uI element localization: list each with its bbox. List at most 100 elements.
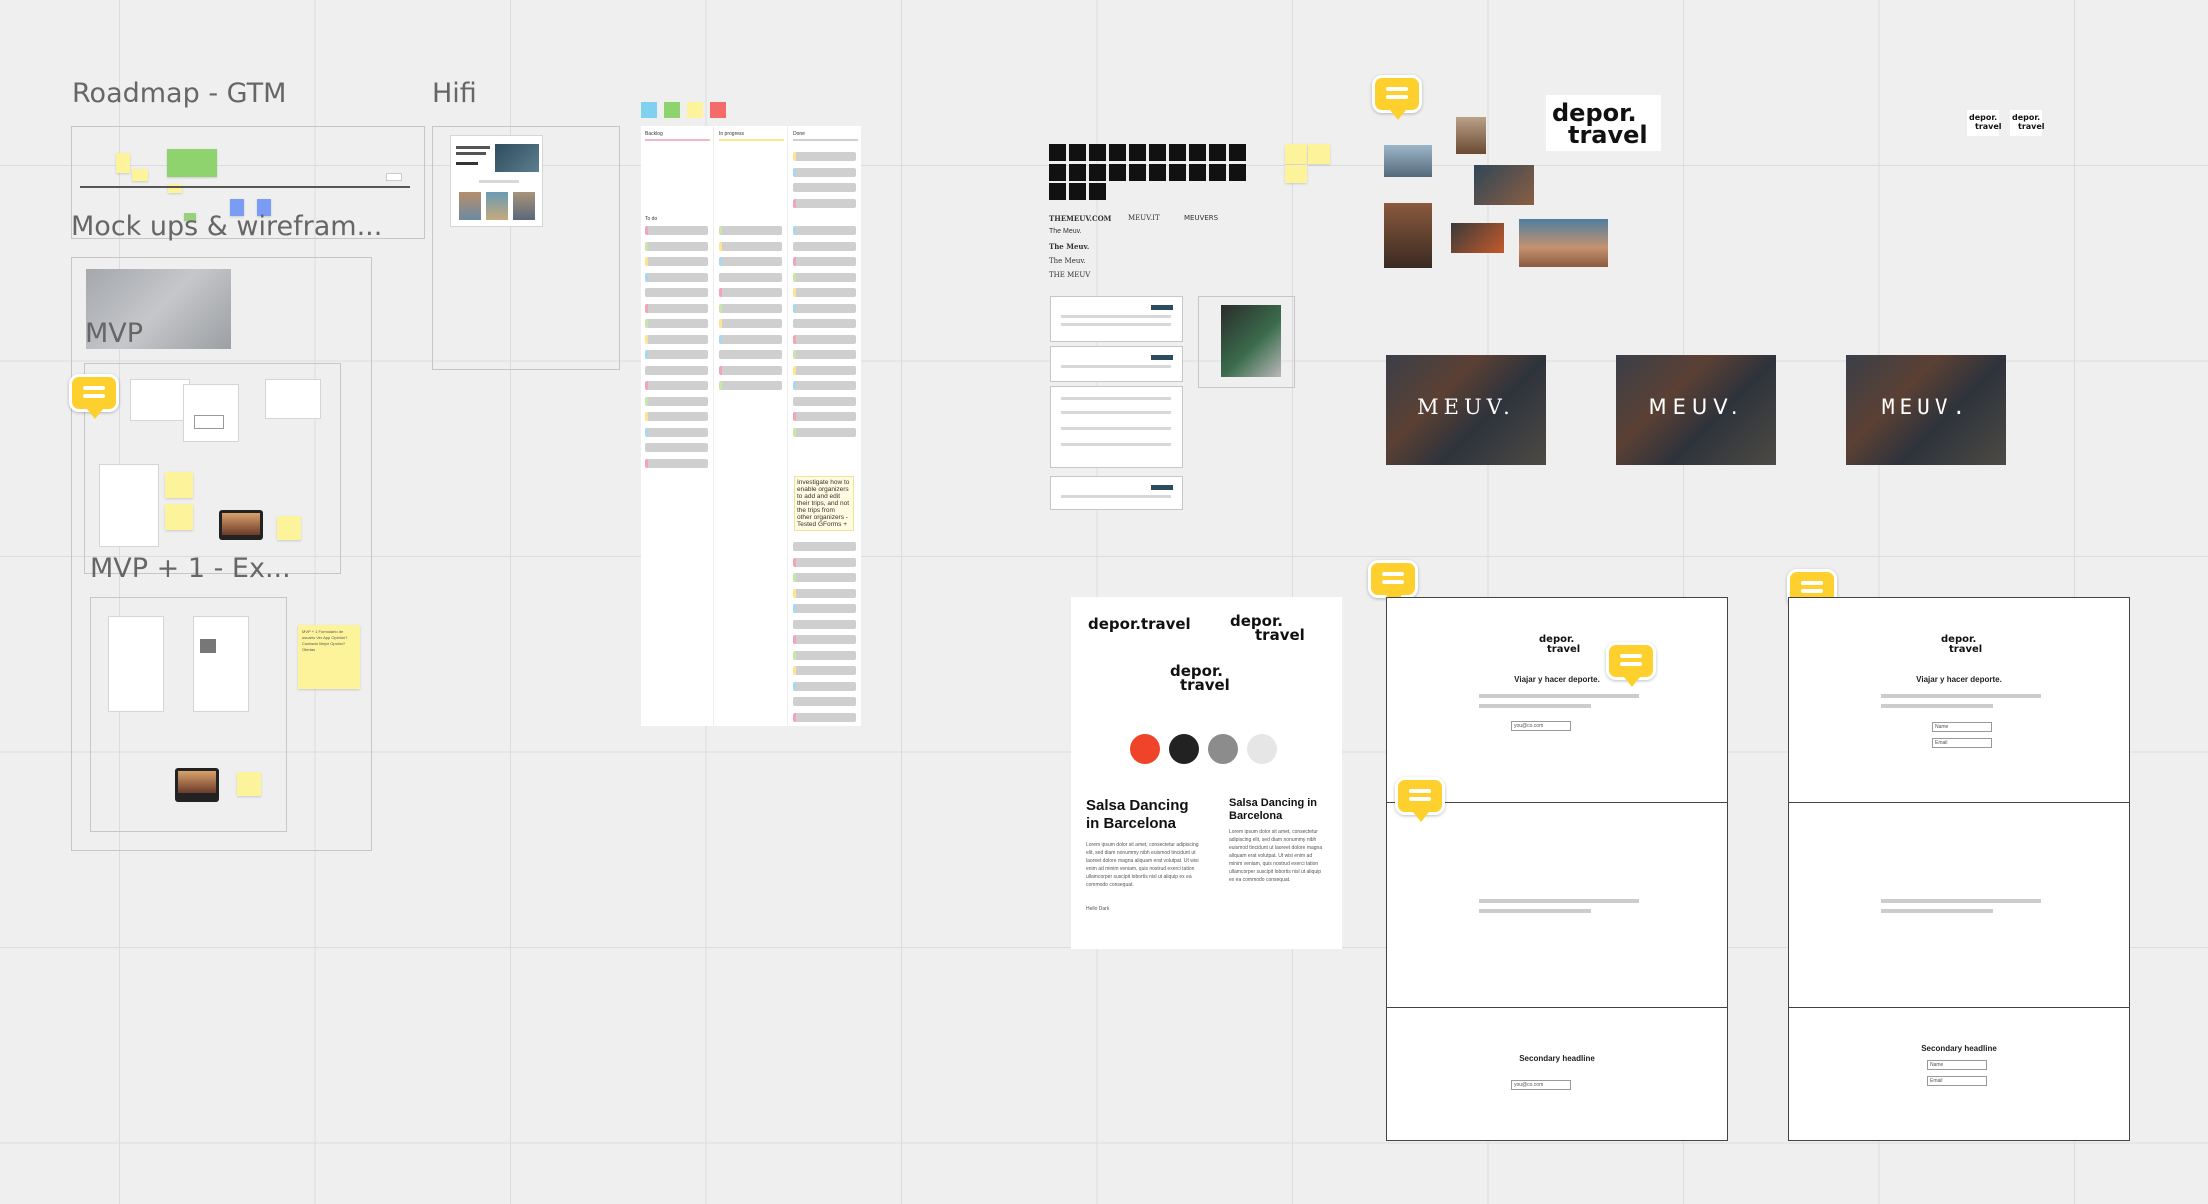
sticky-note[interactable] bbox=[1285, 165, 1307, 183]
meuv-banner[interactable]: MEUV. bbox=[1616, 355, 1776, 465]
kanban-card[interactable] bbox=[793, 167, 856, 177]
name-input[interactable]: Name bbox=[1932, 722, 1992, 732]
frame-title-mockups[interactable]: Mock ups & wirefram... bbox=[71, 211, 382, 242]
kanban-card[interactable] bbox=[793, 573, 856, 582]
kanban-card[interactable] bbox=[645, 334, 708, 344]
kanban-card[interactable] bbox=[645, 381, 708, 390]
swatch-black[interactable] bbox=[1069, 183, 1086, 200]
swatch-black[interactable] bbox=[1109, 163, 1126, 181]
meuv-banner[interactable]: MEUV. bbox=[1846, 355, 2006, 465]
kanban-board[interactable]: Backlog In progress Done To do Investiga… bbox=[641, 126, 861, 726]
mvp-screen[interactable] bbox=[130, 379, 190, 421]
swatch-black[interactable] bbox=[1169, 144, 1186, 161]
swatch-black[interactable] bbox=[1049, 144, 1066, 161]
swatch-black[interactable] bbox=[1129, 163, 1146, 181]
landing-footer-section[interactable]: Secondary headline you@co.com bbox=[1386, 1007, 1728, 1141]
travel-photo[interactable] bbox=[1384, 145, 1432, 177]
swatch-black[interactable] bbox=[1189, 163, 1206, 181]
swatch-black[interactable] bbox=[1149, 163, 1166, 181]
kanban-card[interactable] bbox=[793, 288, 856, 297]
kanban-card[interactable] bbox=[719, 257, 782, 266]
kanban-card[interactable] bbox=[645, 458, 708, 468]
depor-travel-logo[interactable]: depor. travel bbox=[1546, 95, 1661, 151]
kanban-card[interactable] bbox=[793, 697, 856, 706]
kanban-card[interactable] bbox=[719, 319, 782, 328]
swatch-black[interactable] bbox=[1169, 163, 1186, 181]
hifi-mockup[interactable] bbox=[450, 135, 543, 227]
kanban-card[interactable] bbox=[793, 198, 856, 208]
kanban-card[interactable] bbox=[793, 396, 856, 406]
kanban-card[interactable] bbox=[645, 303, 708, 313]
kanban-card[interactable] bbox=[719, 334, 782, 344]
kanban-card[interactable] bbox=[645, 257, 708, 266]
sticky-note[interactable] bbox=[1285, 144, 1307, 164]
comment-bubble-icon[interactable] bbox=[1606, 642, 1656, 687]
kanban-card[interactable] bbox=[793, 257, 856, 266]
landing-footer-section[interactable]: Secondary headline Name Email bbox=[1788, 1007, 2130, 1141]
roadmap-green-block[interactable] bbox=[167, 149, 217, 177]
roadmap-sticky[interactable] bbox=[132, 169, 148, 181]
kanban-card[interactable] bbox=[645, 241, 708, 251]
mvp-sticky[interactable] bbox=[165, 472, 193, 498]
kanban-card[interactable] bbox=[645, 319, 708, 328]
kanban-card[interactable] bbox=[793, 152, 856, 161]
kanban-card[interactable] bbox=[793, 412, 856, 421]
laptop-icon[interactable] bbox=[175, 768, 219, 802]
font-sample[interactable]: THEMEUV.COM bbox=[1049, 214, 1111, 223]
color-tag-green[interactable] bbox=[664, 102, 680, 118]
swatch-black[interactable] bbox=[1109, 144, 1126, 161]
laptop-icon[interactable] bbox=[219, 510, 263, 540]
swatch-black[interactable] bbox=[1209, 144, 1226, 161]
screenshot-card[interactable] bbox=[1050, 296, 1183, 342]
mvp-plus-sticky[interactable] bbox=[237, 772, 261, 796]
font-sample[interactable]: The Meuv. bbox=[1049, 228, 1082, 235]
kanban-card[interactable] bbox=[793, 334, 856, 344]
email-input[interactable]: Email bbox=[1927, 1076, 1987, 1086]
screenshot-card[interactable] bbox=[1050, 476, 1183, 510]
travel-photo[interactable] bbox=[1519, 219, 1608, 267]
mvp-screen-list[interactable] bbox=[99, 464, 159, 547]
product-photo-card[interactable] bbox=[1198, 296, 1295, 388]
landing-content-section[interactable] bbox=[1386, 802, 1728, 1008]
comment-bubble-icon[interactable] bbox=[1368, 560, 1418, 605]
kanban-card[interactable] bbox=[645, 350, 708, 359]
kanban-card[interactable] bbox=[645, 226, 708, 235]
kanban-card[interactable] bbox=[719, 226, 782, 235]
landing-content-section[interactable] bbox=[1788, 802, 2130, 1008]
style-guide-card[interactable]: depor.travel depor. travel depor. travel… bbox=[1071, 597, 1342, 949]
frame-title-hifi[interactable]: Hifi bbox=[432, 78, 477, 109]
mvp-plus-screen[interactable] bbox=[193, 616, 249, 712]
kanban-card[interactable] bbox=[793, 427, 856, 437]
kanban-card[interactable] bbox=[793, 272, 856, 282]
swatch-black[interactable] bbox=[1229, 163, 1246, 181]
email-input[interactable]: you@co.com bbox=[1511, 1080, 1571, 1090]
font-sample[interactable]: The Meuv. bbox=[1049, 242, 1089, 251]
depor-travel-logo-small[interactable]: depor. travel bbox=[2010, 110, 2045, 136]
hifi-frame[interactable] bbox=[432, 126, 620, 370]
color-tag-red[interactable] bbox=[710, 102, 726, 118]
kanban-card[interactable] bbox=[793, 619, 856, 629]
frame-title-roadmap[interactable]: Roadmap - GTM bbox=[72, 78, 286, 109]
swatch-black[interactable] bbox=[1209, 163, 1226, 181]
kanban-card[interactable] bbox=[793, 365, 856, 375]
depor-travel-logo-small[interactable]: depor. travel bbox=[1967, 110, 2002, 136]
roadmap-sticky[interactable] bbox=[116, 153, 130, 173]
mvp-sticky[interactable] bbox=[165, 504, 193, 530]
mvp-screen[interactable] bbox=[183, 384, 239, 442]
kanban-card[interactable] bbox=[793, 319, 856, 328]
kanban-card[interactable] bbox=[645, 396, 708, 406]
kanban-card[interactable] bbox=[645, 288, 708, 297]
screenshot-card[interactable] bbox=[1050, 346, 1183, 382]
brand-color-black[interactable] bbox=[1169, 734, 1199, 764]
kanban-card[interactable] bbox=[719, 350, 782, 359]
comment-bubble-icon[interactable] bbox=[1395, 777, 1445, 822]
brand-color-grey[interactable] bbox=[1208, 734, 1238, 764]
kanban-card[interactable] bbox=[793, 666, 856, 675]
kanban-card[interactable] bbox=[719, 303, 782, 313]
kanban-card[interactable] bbox=[793, 303, 856, 313]
frame-title-mvp-plus[interactable]: MVP + 1 - Ex... bbox=[90, 553, 291, 584]
swatch-black[interactable] bbox=[1069, 163, 1086, 181]
swatch-black[interactable] bbox=[1189, 144, 1206, 161]
mvp-plus-note[interactable]: MVP + 1 Formulario de usuario Ver App Op… bbox=[298, 625, 360, 689]
kanban-card[interactable] bbox=[793, 604, 856, 613]
